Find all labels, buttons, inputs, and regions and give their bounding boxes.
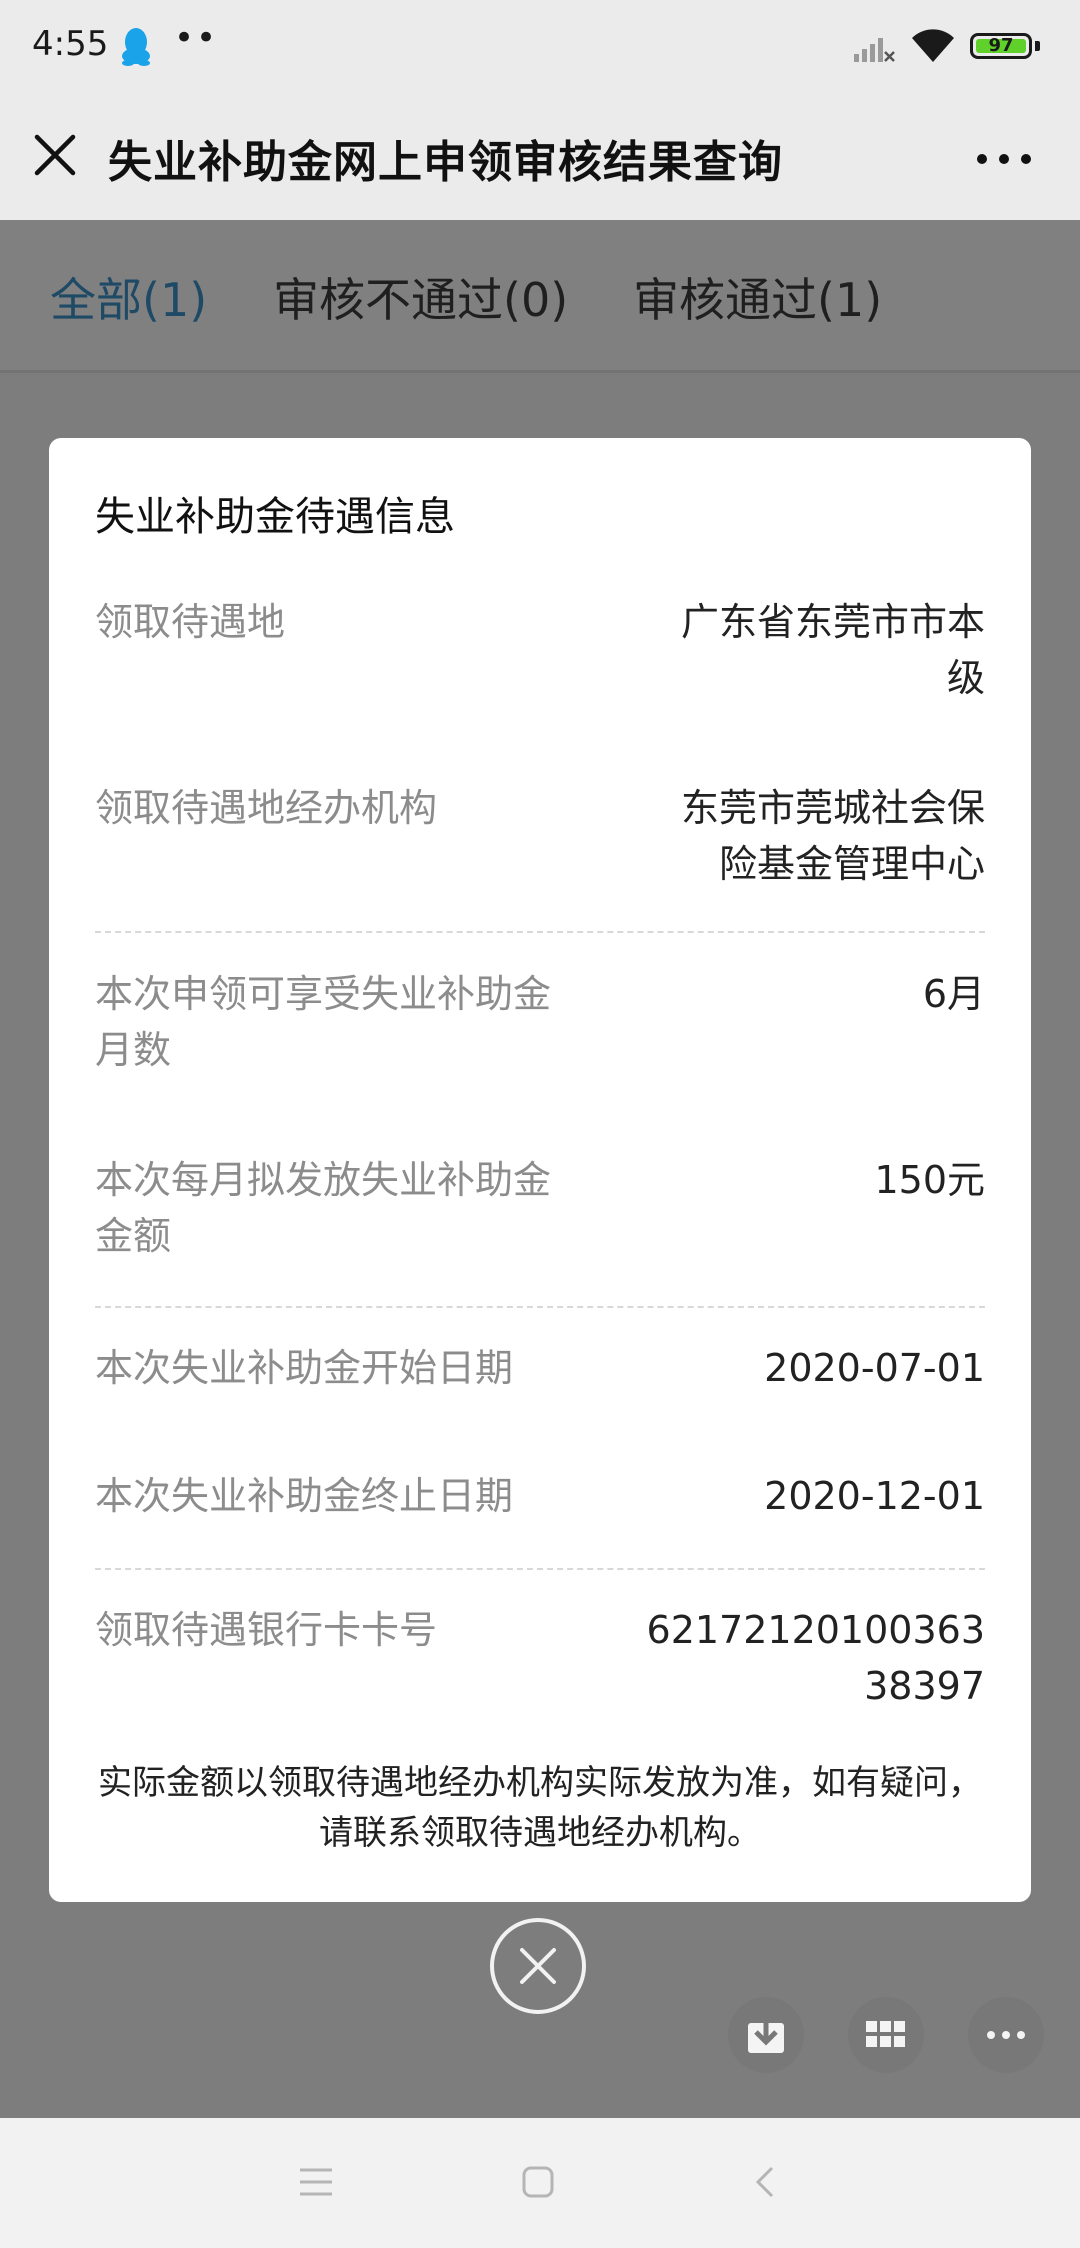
tab-bar: 全部(1) 审核不通过(0) 审核通过(1) xyxy=(0,220,1080,370)
close-icon xyxy=(520,1948,556,1984)
row-value-end-date: 2020-12-01 xyxy=(764,1474,985,1518)
battery-tip xyxy=(1035,41,1040,51)
recent-apps-icon[interactable] xyxy=(296,2164,336,2204)
row-value-months: 6月 xyxy=(922,972,985,1016)
more-dots-icon xyxy=(987,2031,1025,2039)
disclaimer-note: 实际金额以领取待遇地经办机构实际发放为准，如有疑问， 请联系领取待遇地经办机构。 xyxy=(79,1758,1001,1858)
row-label-end-date: 本次失业补助金终止日期 xyxy=(95,1474,514,1518)
row-label-monthly-amount: 本次每月拟发放失业补助金 金额 xyxy=(95,1152,615,1264)
clock: 4:55 xyxy=(32,24,109,64)
grid-icon xyxy=(866,2021,905,2047)
more-options-icon[interactable] xyxy=(976,150,1032,169)
tab-all[interactable]: 全部(1) xyxy=(50,264,207,330)
row-label-months: 本次申领可享受失业补助金 月数 xyxy=(95,966,615,1078)
download-button[interactable] xyxy=(728,1997,804,2073)
label-line: 金额 xyxy=(95,1214,172,1258)
tab-rejected[interactable]: 审核不通过(0) xyxy=(273,264,568,330)
close-dialog-button[interactable] xyxy=(490,1918,586,2014)
value-line: 广东省东莞市市本 xyxy=(680,600,985,644)
tab-approved[interactable]: 审核通过(1) xyxy=(633,264,882,330)
grid-menu-button[interactable] xyxy=(848,1997,924,2073)
download-icon xyxy=(748,2017,784,2053)
row-value-benefit-location: 广东省东莞市市本 级 xyxy=(625,594,985,706)
value-line: 东莞市莞城社会保 xyxy=(680,786,985,830)
more-notifications-icon: •• xyxy=(174,18,219,58)
cell-signal-icon xyxy=(852,32,896,68)
more-actions-button[interactable] xyxy=(968,1997,1044,2073)
row-label-agency: 领取待遇地经办机构 xyxy=(95,786,438,830)
value-line: 级 xyxy=(946,656,985,700)
row-value-agency: 东莞市莞城社会保 险基金管理中心 xyxy=(625,780,985,892)
value-line: 险基金管理中心 xyxy=(718,842,985,886)
page-title: 失业补助金网上申领审核结果查询 xyxy=(108,137,783,188)
note-line: 请联系领取待遇地经办机构。 xyxy=(319,1813,761,1853)
benefit-info-dialog: 失业补助金待遇信息 领取待遇地 广东省东莞市市本 级 领取待遇地经办机构 东莞市… xyxy=(49,438,1031,1902)
close-icon[interactable] xyxy=(30,130,80,180)
row-label-benefit-location: 领取待遇地 xyxy=(95,600,286,644)
value-line: 62172120100363 xyxy=(646,1608,985,1652)
value-line: 38397 xyxy=(864,1664,985,1708)
label-line: 月数 xyxy=(95,1028,172,1072)
battery-icon: 97 xyxy=(970,33,1032,59)
row-value-bank-card: 62172120100363 38397 xyxy=(625,1602,985,1714)
status-bar: 4:55 •• 97 xyxy=(0,0,1080,100)
qq-penguin-icon xyxy=(118,26,154,70)
divider xyxy=(95,931,985,933)
wifi-icon xyxy=(910,28,956,68)
row-label-start-date: 本次失业补助金开始日期 xyxy=(95,1346,514,1390)
home-icon[interactable] xyxy=(520,2164,556,2204)
note-line: 实际金额以领取待遇地经办机构实际发放为准，如有疑问， xyxy=(98,1763,982,1803)
dialog-title: 失业补助金待遇信息 xyxy=(95,494,455,540)
tabs-divider xyxy=(0,370,1080,373)
divider xyxy=(95,1568,985,1570)
label-line: 本次申领可享受失业补助金 xyxy=(95,972,552,1016)
back-icon[interactable] xyxy=(750,2164,778,2204)
app-header: 失业补助金网上申领审核结果查询 xyxy=(0,100,1080,220)
divider xyxy=(95,1306,985,1308)
row-value-start-date: 2020-07-01 xyxy=(764,1346,985,1390)
row-value-monthly-amount: 150元 xyxy=(874,1158,985,1202)
system-nav-bar xyxy=(0,2118,1080,2248)
battery-level: 97 xyxy=(988,35,1014,56)
label-line: 本次每月拟发放失业补助金 xyxy=(95,1158,552,1202)
row-label-bank-card: 领取待遇银行卡卡号 xyxy=(95,1608,438,1652)
